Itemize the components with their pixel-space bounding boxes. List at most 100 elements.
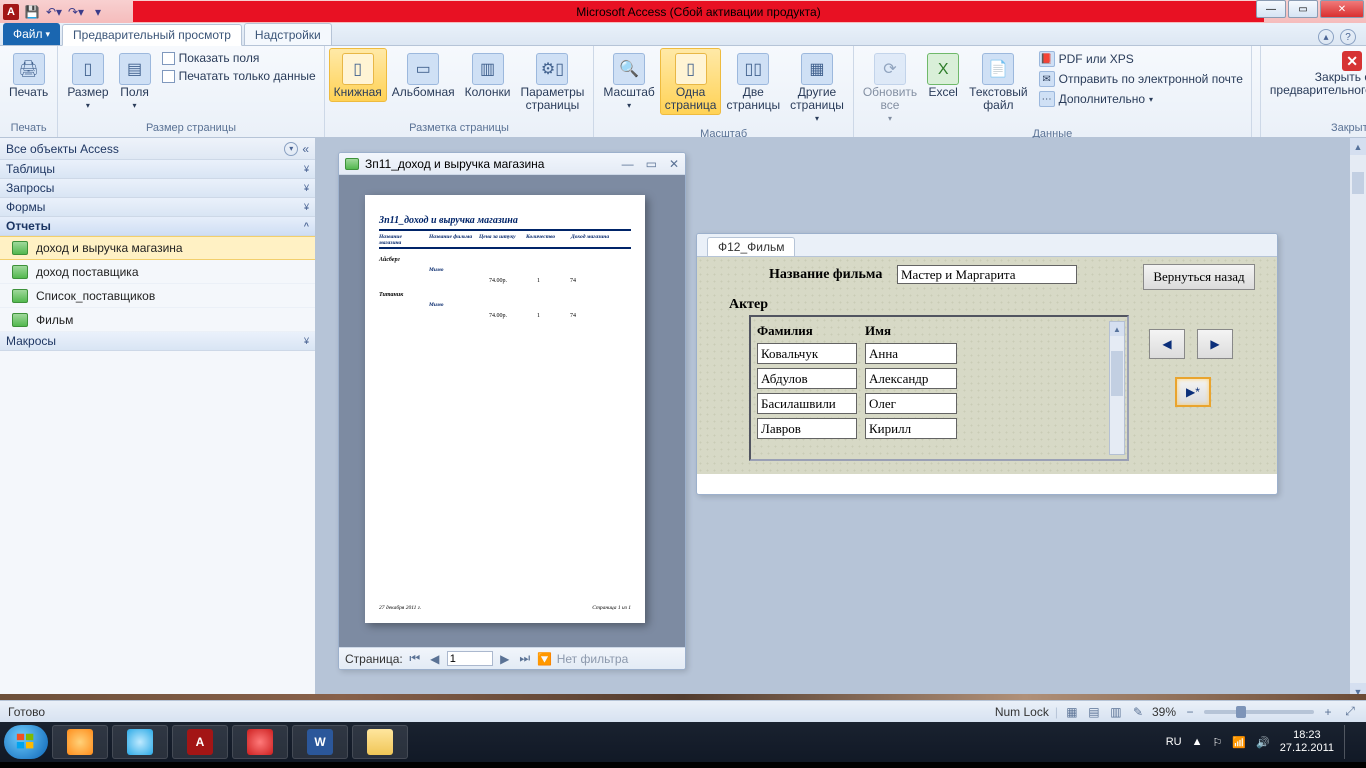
- nav-group-macros[interactable]: Макросы¥: [0, 332, 315, 351]
- surname-input[interactable]: [757, 393, 857, 414]
- nav-group-queries[interactable]: Запросы¥: [0, 179, 315, 198]
- last-page-icon[interactable]: ⏭: [517, 651, 533, 666]
- new-record-button[interactable]: ▶*: [1175, 377, 1211, 407]
- report-pager: Страница: ⏮ ◀ ▶ ⏭ 🔽 Нет фильтра: [339, 647, 685, 669]
- film-name-input[interactable]: [897, 265, 1077, 284]
- view-print-icon[interactable]: ▥: [1108, 704, 1124, 720]
- view-design-icon[interactable]: ✎: [1130, 704, 1146, 720]
- close-preview-button[interactable]: ✕Закрыть окно предварительного просмотра: [1265, 48, 1366, 100]
- zoom-icon: 🔍: [613, 53, 645, 85]
- taskbar-app[interactable]: [112, 725, 168, 759]
- nav-group-forms[interactable]: Формы¥: [0, 198, 315, 217]
- window-maximize-icon[interactable]: ▭: [646, 157, 657, 171]
- name-input[interactable]: [865, 368, 957, 389]
- search-icon[interactable]: ▾: [284, 142, 298, 156]
- more-pages-button[interactable]: ▦Другие страницы▾: [785, 48, 849, 128]
- actor-label: Актер: [729, 297, 768, 313]
- surname-input[interactable]: [757, 343, 857, 364]
- taskbar-app[interactable]: W: [292, 725, 348, 759]
- size-button[interactable]: ▯Размер▾: [62, 48, 113, 115]
- minimize-button[interactable]: —: [1256, 0, 1286, 18]
- taskbar-app[interactable]: [232, 725, 288, 759]
- tray-up-icon[interactable]: ▲: [1192, 736, 1203, 748]
- help-icon[interactable]: ?: [1340, 29, 1356, 45]
- name-input[interactable]: [865, 418, 957, 439]
- window-close-icon[interactable]: ✕: [669, 157, 679, 171]
- first-page-icon[interactable]: ⏮: [407, 651, 423, 666]
- tab-file[interactable]: Файл: [3, 23, 60, 45]
- start-button[interactable]: [4, 725, 48, 759]
- status-bar: Готово Num Lock | ▦ ▤ ▥ ✎ 39% − + ⤢: [0, 700, 1366, 722]
- minimize-ribbon-icon[interactable]: ▴: [1318, 29, 1334, 45]
- tab-print-preview[interactable]: Предварительный просмотр: [62, 24, 242, 46]
- qat-customize-icon[interactable]: ▾: [88, 2, 108, 22]
- window-minimize-icon[interactable]: —: [622, 157, 634, 171]
- show-desktop-button[interactable]: [1344, 725, 1354, 759]
- taskbar-app[interactable]: [52, 725, 108, 759]
- nav-item[interactable]: доход и выручка магазина: [0, 236, 315, 260]
- zoom-fit-icon[interactable]: ⤢: [1342, 704, 1358, 720]
- two-pages-button[interactable]: ▯▯Две страницы: [721, 48, 785, 115]
- tab-addins[interactable]: Надстройки: [244, 23, 332, 45]
- margins-button[interactable]: ▤Поля▾: [114, 48, 156, 115]
- page-setup-button[interactable]: ⚙▯Параметры страницы: [515, 48, 589, 115]
- flag-icon[interactable]: ⚐: [1212, 736, 1222, 749]
- report-icon: [12, 265, 28, 279]
- nav-item[interactable]: доход поставщика: [0, 260, 315, 284]
- one-page-button[interactable]: ▯Одна страница: [660, 48, 722, 115]
- zoom-out-icon[interactable]: −: [1182, 704, 1198, 720]
- show-fields-checkbox[interactable]: Показать поля: [158, 50, 320, 66]
- view-layout-icon[interactable]: ▤: [1086, 704, 1102, 720]
- email-button[interactable]: ✉Отправить по электронной почте: [1035, 70, 1247, 88]
- language-indicator[interactable]: RU: [1166, 736, 1182, 748]
- columns-button[interactable]: ▥Колонки: [460, 48, 516, 102]
- surname-input[interactable]: [757, 368, 857, 389]
- more-button[interactable]: ⋯Дополнительно ▾: [1035, 90, 1247, 108]
- next-page-icon[interactable]: ▶: [497, 652, 513, 666]
- print-data-only-checkbox[interactable]: Печатать только данные: [158, 68, 320, 84]
- form-tab[interactable]: Ф12_Фильм: [707, 237, 795, 256]
- nav-item[interactable]: Фильм: [0, 308, 315, 332]
- report-window-titlebar[interactable]: Зп11_доход и выручка магазина — ▭ ✕: [339, 153, 685, 175]
- report-preview[interactable]: Зп11_доход и выручка магазина Название м…: [339, 175, 685, 647]
- taskbar-app[interactable]: A: [172, 725, 228, 759]
- excel-button[interactable]: XExcel: [922, 48, 964, 102]
- collapse-pane-icon[interactable]: «: [302, 142, 309, 156]
- nav-item[interactable]: Список_поставщиков: [0, 284, 315, 308]
- redo-icon[interactable]: ↷▾: [66, 2, 86, 22]
- text-file-button[interactable]: 📄Текстовый файл: [964, 48, 1032, 115]
- portrait-button[interactable]: ▯Книжная: [329, 48, 387, 102]
- view-report-icon[interactable]: ▦: [1064, 704, 1080, 720]
- mdi-scrollbar[interactable]: ▲ ▼: [1349, 138, 1366, 700]
- name-input[interactable]: [865, 393, 957, 414]
- pdf-xps-button[interactable]: 📕PDF или XPS: [1035, 50, 1247, 68]
- restore-button[interactable]: ▭: [1288, 0, 1318, 18]
- volume-icon[interactable]: 🔊: [1256, 736, 1270, 749]
- window-title: Microsoft Access (Сбой активации продукт…: [133, 1, 1264, 22]
- actors-subform: Фамилия Имя: [749, 315, 1129, 461]
- close-button[interactable]: ✕: [1320, 0, 1364, 18]
- print-button[interactable]: 🖨Печать: [4, 48, 53, 102]
- prev-record-button[interactable]: ◀: [1149, 329, 1185, 359]
- save-icon[interactable]: 💾: [22, 2, 42, 22]
- surname-input[interactable]: [757, 418, 857, 439]
- page-number-input[interactable]: [447, 651, 493, 666]
- windows-logo-icon: [15, 731, 37, 753]
- next-record-button[interactable]: ▶: [1197, 329, 1233, 359]
- report-icon: [12, 241, 28, 255]
- back-button[interactable]: Вернуться назад: [1143, 264, 1255, 290]
- zoom-slider[interactable]: [1204, 710, 1314, 714]
- taskbar-app[interactable]: [352, 725, 408, 759]
- name-input[interactable]: [865, 343, 957, 364]
- navigation-header[interactable]: Все объекты Access ▾«: [0, 138, 315, 160]
- landscape-button[interactable]: ▭Альбомная: [387, 48, 460, 102]
- network-icon[interactable]: 📶: [1232, 736, 1246, 749]
- clock[interactable]: 18:23 27.12.2011: [1280, 729, 1334, 755]
- prev-page-icon[interactable]: ◀: [427, 652, 443, 666]
- subform-scrollbar[interactable]: ▲: [1109, 321, 1125, 455]
- nav-group-tables[interactable]: Таблицы¥: [0, 160, 315, 179]
- zoom-in-icon[interactable]: +: [1320, 704, 1336, 720]
- zoom-button[interactable]: 🔍Масштаб▾: [598, 48, 659, 115]
- nav-group-reports[interactable]: Отчеты^: [0, 217, 315, 236]
- undo-icon[interactable]: ↶▾: [44, 2, 64, 22]
